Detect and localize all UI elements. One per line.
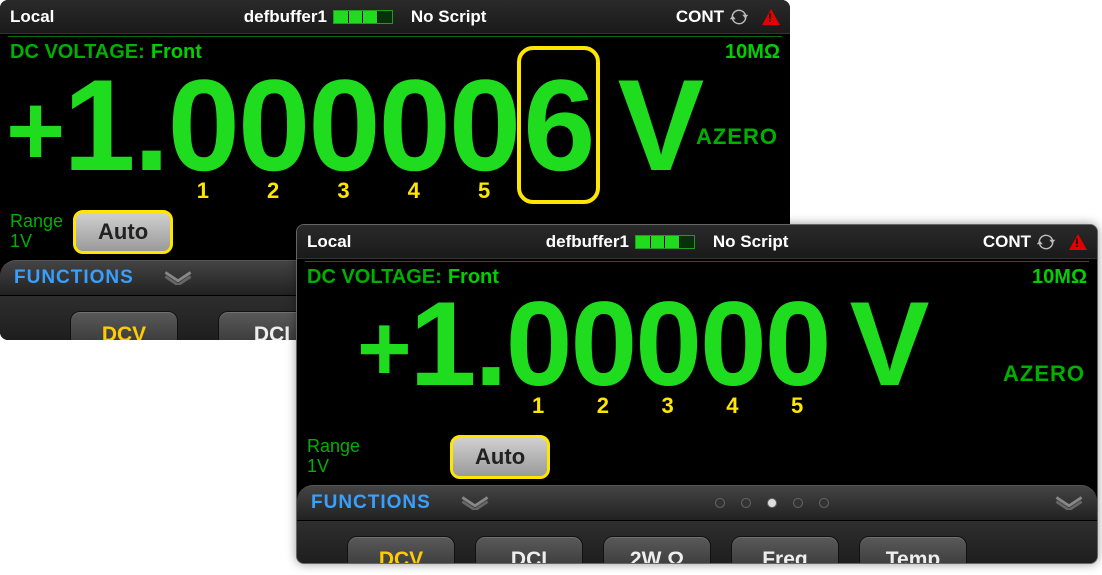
- azero-indicator: AZERO: [696, 124, 778, 150]
- warning-icon[interactable]: [762, 9, 780, 25]
- instrument-screen-b: Local defbuffer1 No Script CONT DC VOLTA…: [296, 224, 1098, 564]
- digit-index: 2: [597, 393, 609, 419]
- reading-sign: +: [6, 74, 63, 187]
- status-bar: Local defbuffer1 No Script CONT: [297, 225, 1097, 259]
- digit-index: 2: [267, 178, 279, 204]
- reading-digit-3[interactable]: 03: [308, 50, 378, 200]
- digit-index: 1: [532, 393, 544, 419]
- fn-temp-button[interactable]: Temp: [859, 536, 967, 564]
- reading-digit-5[interactable]: 05: [449, 50, 519, 200]
- reading-sign: +: [357, 295, 410, 400]
- trigger-mode[interactable]: CONT: [983, 232, 1055, 252]
- buffer-fill-icon: [635, 235, 695, 249]
- reading-digit-1[interactable]: 01: [168, 50, 238, 200]
- reading-digit-3[interactable]: 03: [635, 275, 700, 413]
- pager-dot[interactable]: [819, 498, 829, 508]
- digit-index: 3: [337, 178, 349, 204]
- digit-index: 5: [791, 393, 803, 419]
- reading-int[interactable]: 1: [410, 275, 475, 413]
- chevron-down-icon: [461, 496, 489, 510]
- range-label: Range 1V: [10, 212, 63, 252]
- chevron-down-icon: [164, 271, 192, 285]
- reading-digit-6[interactable]: 6: [517, 46, 599, 204]
- fn-freq-button[interactable]: Freq: [731, 536, 839, 564]
- reading-digit-2[interactable]: 02: [238, 50, 308, 200]
- fn-2w-button[interactable]: 2W Ω: [603, 536, 711, 564]
- fn-dcv-button[interactable]: DCV: [347, 536, 455, 564]
- pager-dot[interactable]: [793, 498, 803, 508]
- range-row: Range 1V Auto: [297, 429, 1097, 485]
- cycle-icon: [1037, 233, 1055, 251]
- comm-mode[interactable]: Local: [10, 7, 54, 27]
- reading-unit: V: [618, 52, 705, 198]
- comm-mode[interactable]: Local: [307, 232, 351, 252]
- status-bar: Local defbuffer1 No Script CONT: [0, 0, 790, 34]
- reading-unit: V: [850, 277, 930, 411]
- buffer-fill-icon: [333, 10, 393, 24]
- script-status[interactable]: No Script: [411, 7, 487, 27]
- digit-index: 5: [478, 178, 490, 204]
- pager-dot[interactable]: [741, 498, 751, 508]
- functions-swipe-header[interactable]: FUNCTIONS: [297, 485, 1097, 521]
- reading-digit-4[interactable]: 04: [379, 50, 449, 200]
- active-buffer[interactable]: defbuffer1: [546, 232, 695, 252]
- azero-indicator: AZERO: [1003, 361, 1085, 387]
- functions-title: FUNCTIONS: [14, 267, 134, 289]
- range-auto-button[interactable]: Auto: [450, 435, 550, 479]
- pager-dot[interactable]: [715, 498, 725, 508]
- main-reading: +1.0102030405V AZERO: [297, 289, 1097, 429]
- digit-index: 1: [197, 178, 209, 204]
- functions-title: FUNCTIONS: [311, 492, 431, 514]
- input-impedance: 10MΩ: [1032, 266, 1087, 289]
- reading-digit-1[interactable]: 01: [506, 275, 571, 413]
- digit-index: 3: [662, 393, 674, 419]
- script-status[interactable]: No Script: [713, 232, 789, 252]
- functions-row: DCV DCI 2W Ω Freq Temp: [297, 521, 1097, 564]
- main-reading: +1.01020304056V AZERO: [0, 64, 790, 204]
- chevron-down-icon: [1055, 496, 1083, 510]
- range-auto-button[interactable]: Auto: [73, 210, 173, 254]
- warning-icon[interactable]: [1069, 234, 1087, 250]
- cycle-icon: [730, 8, 748, 26]
- reading-digit-2[interactable]: 02: [571, 275, 636, 413]
- swipe-pager: [489, 498, 1055, 508]
- trigger-mode[interactable]: CONT: [676, 7, 748, 27]
- pager-dot[interactable]: [767, 498, 777, 508]
- range-label: Range 1V: [307, 437, 360, 477]
- digit-index: 4: [726, 393, 738, 419]
- active-buffer[interactable]: defbuffer1: [244, 7, 393, 27]
- reading-digit-5[interactable]: 05: [765, 275, 830, 413]
- reading-digit-4[interactable]: 04: [700, 275, 765, 413]
- digit-index: 4: [408, 178, 420, 204]
- fn-dci-button[interactable]: DCI: [475, 536, 583, 564]
- reading-int[interactable]: 1: [63, 50, 133, 200]
- fn-dcv-button[interactable]: DCV: [70, 311, 178, 340]
- input-impedance: 10MΩ: [725, 41, 780, 64]
